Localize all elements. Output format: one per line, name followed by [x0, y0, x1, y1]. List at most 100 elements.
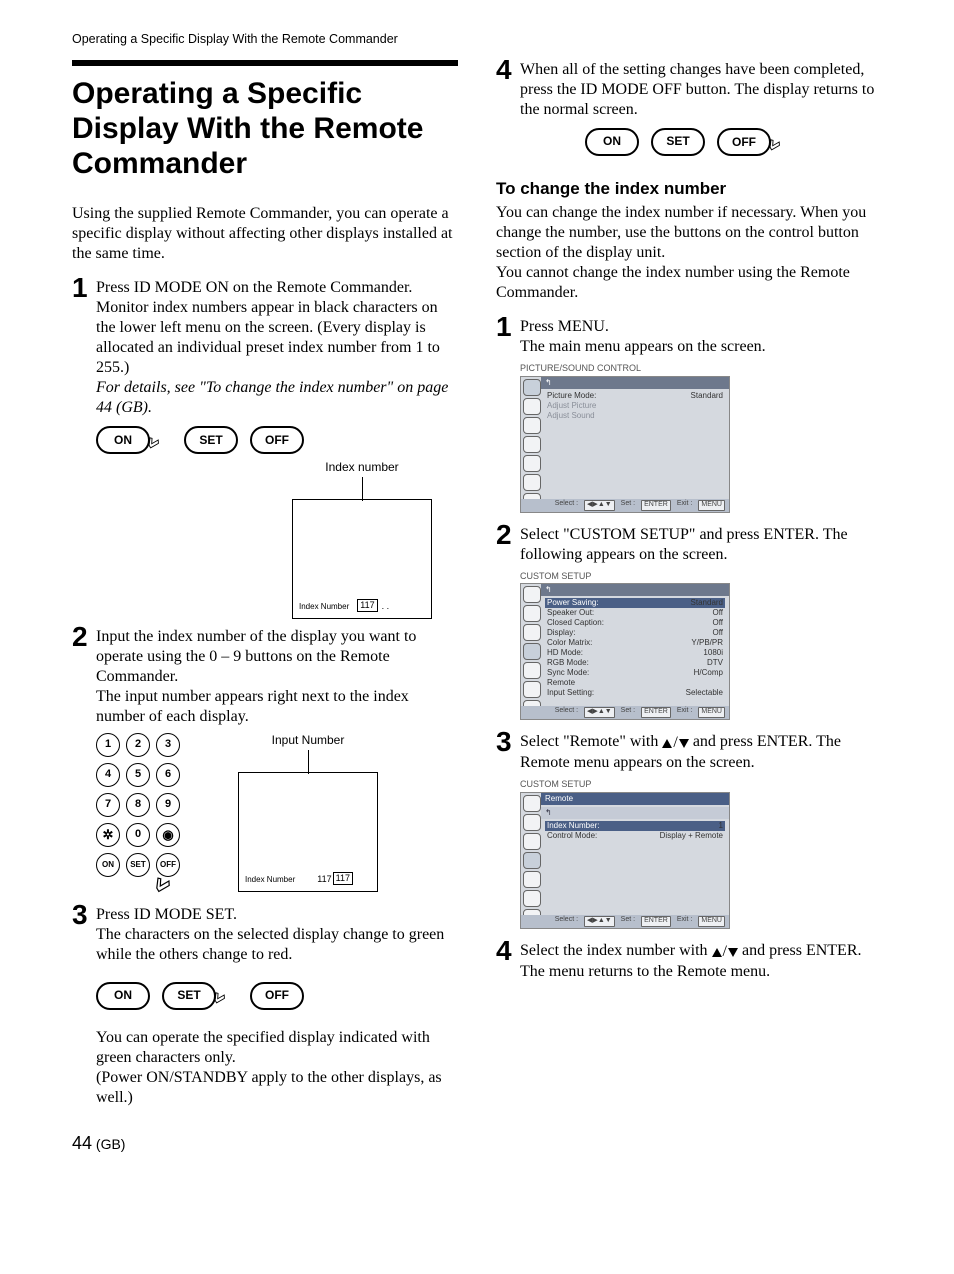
key-5: 5 [126, 763, 150, 787]
key-1: 1 [96, 733, 120, 757]
key-2: 2 [126, 733, 150, 757]
menu-category-icon [523, 814, 541, 831]
menu-line: Control Mode:Display + Remote [547, 831, 723, 841]
step3-body3: You can operate the specified display in… [96, 1029, 430, 1066]
menu-custom-setup: CUSTOM SETUP ↰ Power Saving:Standard [520, 571, 730, 720]
step-body2: The characters on the selected display c… [96, 926, 444, 963]
step-body: Select "CUSTOM SETUP" and press ENTER. T… [520, 526, 848, 563]
key-on: ON [96, 853, 120, 877]
right-step-3: 3 Select "Remote" with / and press ENTER… [496, 732, 882, 774]
off-button: OFF [250, 982, 304, 1010]
id-mode-pills-on: ON SET OFF [96, 426, 458, 455]
set-button: SET [184, 426, 238, 454]
display-label: Index Number [299, 602, 349, 612]
menu-category-icon [523, 474, 541, 491]
menu-footer: Select :◀▶▲▼ Set :ENTER Exit :MENU [521, 915, 729, 928]
page-title: Operating a Specific Display With the Re… [72, 76, 458, 182]
set-button: SET [651, 128, 705, 156]
index-number-figure: Index number Index Number 117 . . [292, 460, 432, 619]
menu-picture-sound: PICTURE/SOUND CONTROL ↰ Picture Mode [520, 363, 730, 512]
right-step-2: 2 Select "CUSTOM SETUP" and press ENTER.… [496, 525, 882, 565]
step-number: 4 [496, 56, 520, 84]
sub-paragraph: You can change the index number if neces… [496, 203, 882, 303]
up-down-arrows-icon: / [712, 942, 738, 962]
menu-line: Sync Mode:H/Comp [547, 668, 723, 678]
key-9: 9 [156, 793, 180, 817]
step-note: For details, see "To change the index nu… [96, 379, 448, 416]
menu-remote: CUSTOM SETUP Remote ↰ In [520, 779, 730, 928]
step-body: When all of the setting changes have bee… [520, 61, 874, 118]
right-step-1: 1 Press MENU. The main menu appears on t… [496, 317, 882, 357]
subheading: To change the index number [496, 178, 882, 199]
step-body-pre: Select "Remote" with [520, 733, 662, 750]
menu-category-icon [523, 852, 541, 869]
display-value-left: 117 [317, 874, 331, 885]
id-mode-pills-off: ON SET OFF [496, 128, 882, 157]
key-brightness-icon [96, 823, 120, 847]
menu-line: Display:Off [547, 628, 723, 638]
running-header: Operating a Specific Display With the Re… [72, 32, 882, 48]
menu-footer: Select :◀▶▲▼ Set :ENTER Exit :MENU [521, 499, 729, 512]
step-number: 1 [496, 313, 520, 341]
menu-line: Input Setting:Selectable [547, 688, 723, 698]
key-8: 8 [126, 793, 150, 817]
menu-line: Adjust Picture [547, 401, 723, 411]
menu-line: Power Saving:Standard [545, 598, 725, 608]
left-step-2: 2 Input the index number of the display … [72, 627, 458, 727]
step-body-post: and press ENTER. [742, 942, 862, 959]
key-0: 0 [126, 823, 150, 847]
key-7: 7 [96, 793, 120, 817]
display-extra: . . [382, 601, 390, 612]
menu-tab: Remote [541, 793, 729, 805]
keypad-figure: 1 2 3 4 5 6 7 8 9 0 ON SET OFF [96, 733, 458, 897]
step-number: 1 [72, 274, 96, 302]
page-number: 44 (GB) [72, 1132, 458, 1155]
display-label: Index Number [245, 875, 295, 885]
display-value-right: 117 [333, 872, 353, 885]
up-down-arrows-icon: / [662, 733, 688, 753]
step-body: Press ID MODE ON on the Remote Commander… [96, 279, 440, 376]
figure-caption: Index number [292, 460, 432, 475]
intro-paragraph: Using the supplied Remote Commander, you… [72, 204, 458, 264]
step-body2: The main menu appears on the screen. [520, 338, 766, 355]
step-number: 3 [72, 901, 96, 929]
menu-line: Adjust Sound [547, 411, 723, 421]
menu-category-icon [523, 379, 541, 396]
menu-line: Picture Mode:Standard [547, 391, 723, 401]
menu-category-icon [523, 586, 541, 603]
step-body2: The menu returns to the Remote menu. [520, 963, 770, 980]
menu-category-icon [523, 871, 541, 888]
step-body: Press MENU. [520, 318, 609, 335]
step-body-pre: Select the index number with [520, 942, 712, 959]
menu-category-icon [523, 605, 541, 622]
menu-footer: Select :◀▶▲▼ Set :ENTER Exit :MENU [521, 706, 729, 719]
menu-back: ↰ [541, 377, 729, 389]
menu-category-icon [523, 662, 541, 679]
right-step-4b: 4 Select the index number with / and pre… [496, 941, 882, 983]
menu-category-icon [523, 681, 541, 698]
step-body: Input the index number of the display yo… [96, 628, 416, 685]
menu-line: HD Mode:1080i [547, 648, 723, 658]
display-value: 117 [357, 599, 377, 612]
figure-caption: Input Number [238, 733, 378, 748]
id-mode-pills-set: ON SET OFF [96, 981, 458, 1010]
menu-category-icon [523, 833, 541, 850]
menu-category-icon [523, 624, 541, 641]
menu-line: Remote [547, 678, 723, 688]
left-step-3: 3 Press ID MODE SET. The characters on t… [72, 905, 458, 965]
menu-category-icon [523, 795, 541, 812]
step-body: Press ID MODE SET. [96, 906, 237, 923]
menu-line: Color Matrix:Y/PB/PR [547, 638, 723, 648]
menu-category-icon [523, 890, 541, 907]
step-body2: The input number appears right next to t… [96, 688, 409, 725]
on-button: ON [585, 128, 639, 156]
step-number: 3 [496, 728, 520, 756]
key-6: 6 [156, 763, 180, 787]
step-number: 2 [496, 521, 520, 549]
menu-category-icon [523, 455, 541, 472]
menu-line: Index Number:1 [545, 821, 725, 831]
menu-back: ↰ [541, 807, 729, 819]
step-number: 4 [496, 937, 520, 965]
off-button: OFF [250, 426, 304, 454]
menu-category-icon [523, 398, 541, 415]
